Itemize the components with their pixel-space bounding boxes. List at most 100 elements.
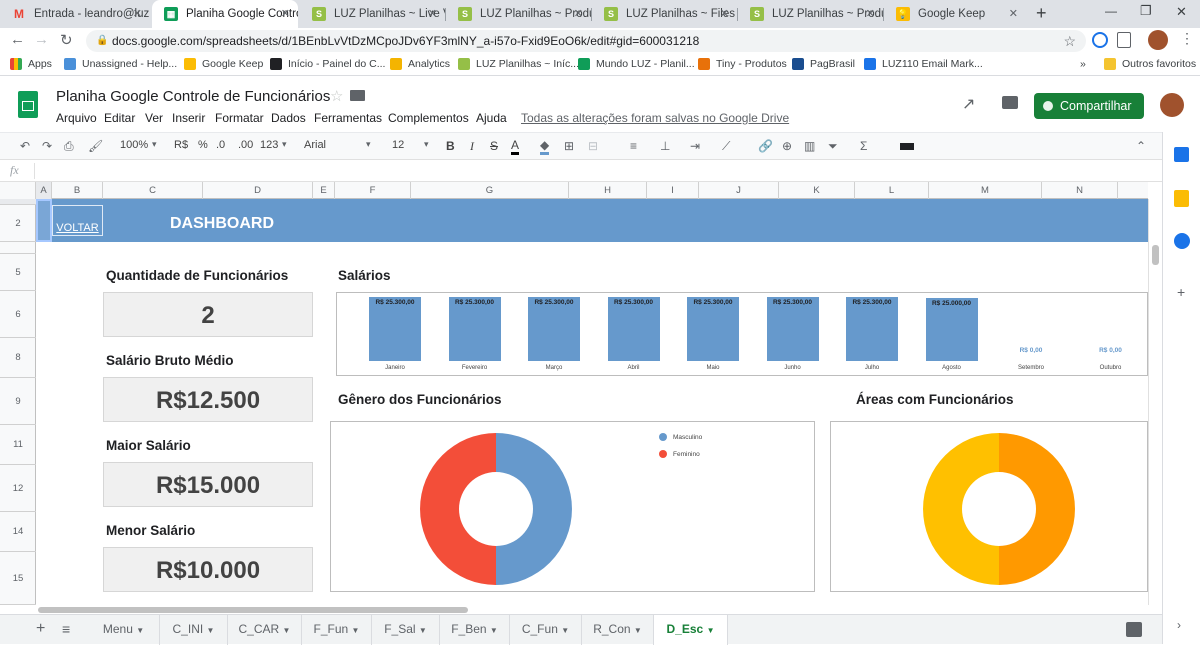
column-header[interactable]: J <box>699 182 779 199</box>
bookmark-star-icon[interactable]: ☆ <box>1063 30 1076 52</box>
comments-icon[interactable] <box>1002 96 1018 109</box>
browser-tab-keep[interactable]: 💡 Google Keep ✕ <box>884 0 1026 28</box>
extension-icon[interactable] <box>1092 32 1108 48</box>
sheet-tab-c-fun[interactable]: C_Fun ▼ <box>510 615 582 645</box>
horizontal-scroll-thumb[interactable] <box>38 607 468 613</box>
close-tab-icon[interactable]: ✕ <box>574 7 583 20</box>
bookmark-tiny[interactable]: Tiny - Produtos <box>698 58 787 70</box>
minimize-window-button[interactable]: — <box>1105 4 1117 18</box>
close-tab-icon[interactable]: ✕ <box>866 7 875 20</box>
font-select[interactable]: Arial <box>304 139 326 151</box>
sheet-tab-c-ini[interactable]: C_INI ▼ <box>160 615 228 645</box>
column-header[interactable]: G <box>411 182 569 199</box>
vertical-scrollbar[interactable] <box>1148 199 1162 605</box>
close-tab-icon[interactable]: ✕ <box>281 7 290 20</box>
print-icon[interactable]: ⎙ <box>64 139 74 154</box>
column-header[interactable]: H <box>569 182 647 199</box>
browser-tab-sheets[interactable]: ▦ Planiha Google Controle ✕ <box>152 0 298 28</box>
close-tab-icon[interactable]: ✕ <box>133 7 142 20</box>
sheet-tab-d-esc[interactable]: D_Esc ▼ <box>654 615 728 645</box>
sheets-logo-icon[interactable] <box>18 91 38 118</box>
gender-donut-chart[interactable]: Masculino Feminino <box>330 421 815 592</box>
text-color-icon[interactable]: A <box>511 139 520 155</box>
add-sheet-icon[interactable]: + <box>36 620 45 638</box>
vertical-align-icon[interactable]: ⊥ <box>660 139 670 153</box>
reader-icon[interactable] <box>1117 32 1131 48</box>
calendar-icon[interactable] <box>1174 147 1189 162</box>
italic-icon[interactable]: I <box>470 139 474 154</box>
font-size-select[interactable]: 12 <box>392 139 404 151</box>
hide-panel-icon[interactable]: › <box>1177 618 1181 632</box>
row-header[interactable]: 12 <box>0 465 36 512</box>
column-header[interactable]: N <box>1042 182 1118 199</box>
close-tab-icon[interactable]: ✕ <box>1009 7 1018 20</box>
filter-icon[interactable]: ⏷ <box>828 139 838 154</box>
save-status[interactable]: Todas as alterações foram salvas no Goog… <box>521 111 789 125</box>
new-tab-button[interactable]: + <box>1036 3 1047 24</box>
sheet-tab-menu[interactable]: Menu ▼ <box>88 615 160 645</box>
insert-comment-icon[interactable]: ⊕ <box>782 139 792 153</box>
maximize-window-button[interactable]: ❐ <box>1140 3 1152 19</box>
row-header[interactable]: 14 <box>0 512 36 552</box>
row-header[interactable]: 11 <box>0 425 36 465</box>
browser-tab-shopify-2[interactable]: S LUZ Planilhas ~ Produt ✕ <box>446 0 591 28</box>
borders-icon[interactable]: ⊞ <box>564 139 574 153</box>
sheet-tab-f-fun[interactable]: F_Fun ▼ <box>302 615 372 645</box>
insert-link-icon[interactable]: 🔗 <box>758 139 773 153</box>
reload-icon[interactable]: ↻ <box>60 31 73 49</box>
selected-cell[interactable] <box>36 199 52 242</box>
menu-dados[interactable]: Dados <box>271 111 306 125</box>
percent-format-button[interactable]: % <box>198 139 208 151</box>
column-header[interactable]: L <box>855 182 929 199</box>
horizontal-align-icon[interactable]: ≡ <box>630 139 637 153</box>
paint-format-icon[interactable]: 🖌 <box>88 139 103 153</box>
row-header[interactable]: 8 <box>0 338 36 378</box>
browser-menu-icon[interactable]: ⋮ <box>1180 30 1194 47</box>
activity-trend-icon[interactable]: ↗ <box>962 94 975 114</box>
menu-complementos[interactable]: Complementos <box>388 111 469 125</box>
merge-cells-icon[interactable]: ⊟ <box>588 139 598 153</box>
user-avatar[interactable] <box>1160 93 1184 117</box>
strikethrough-icon[interactable]: S <box>490 139 498 153</box>
browser-tab-shopify-1[interactable]: S LUZ Planilhas ~ Live Vi ✕ <box>300 0 445 28</box>
vertical-scroll-thumb[interactable] <box>1152 245 1159 265</box>
collapse-menu-icon[interactable]: ⌃ <box>1136 139 1146 153</box>
row-header[interactable]: 15 <box>0 552 36 605</box>
menu-arquivo[interactable]: Arquivo <box>56 111 97 125</box>
salaries-bar-chart[interactable]: R$ 25.300,00 Janeiro R$ 25.300,00 Fevereiro… <box>336 292 1148 376</box>
menu-formatar[interactable]: Formatar <box>215 111 264 125</box>
other-favorites[interactable]: Outros favoritos <box>1104 58 1196 70</box>
sheet-tab-f-ben[interactable]: F_Ben ▼ <box>440 615 510 645</box>
increase-decimal-button[interactable]: .00 <box>238 139 253 151</box>
column-header[interactable]: B <box>52 182 103 199</box>
column-header[interactable]: C <box>103 182 203 199</box>
row-header-hidden[interactable] <box>0 242 36 254</box>
select-all-corner[interactable] <box>0 182 36 199</box>
all-sheets-icon[interactable]: ≡ <box>62 621 70 637</box>
areas-donut-chart[interactable] <box>830 421 1148 592</box>
menu-ajuda[interactable]: Ajuda <box>476 111 507 125</box>
forward-arrow-icon[interactable]: → <box>34 31 49 48</box>
row-header[interactable]: 9 <box>0 378 36 425</box>
column-header[interactable]: M <box>929 182 1042 199</box>
row-header[interactable]: 6 <box>0 291 36 338</box>
add-addon-icon[interactable]: + <box>1177 284 1185 300</box>
fill-color-icon[interactable]: ◆ <box>540 139 550 155</box>
bookmark-unassigned[interactable]: Unassigned - Help... <box>64 58 177 70</box>
doc-title[interactable]: Planiha Google Controle de Funcionários <box>56 88 330 105</box>
more-bookmarks-button[interactable]: » <box>1080 58 1086 70</box>
tasks-icon[interactable] <box>1174 233 1190 249</box>
star-icon[interactable]: ☆ <box>330 87 343 105</box>
currency-format-button[interactable]: R$ <box>174 139 188 151</box>
insert-chart-icon[interactable]: ▥ <box>804 139 815 153</box>
url-input[interactable]: 🔒 docs.google.com/spreadsheets/d/1BEnbLv… <box>86 30 1086 52</box>
formula-bar[interactable]: fx <box>0 160 1162 182</box>
column-header[interactable]: D <box>203 182 313 199</box>
menu-editar[interactable]: Editar <box>104 111 135 125</box>
sheet-tab-r-con[interactable]: R_Con ▼ <box>582 615 654 645</box>
sheet-tab-c-car[interactable]: C_CAR ▼ <box>228 615 302 645</box>
explore-icon[interactable] <box>1126 622 1142 637</box>
back-link[interactable]: VOLTAR <box>52 205 103 236</box>
bookmark-mundo-luz[interactable]: Mundo LUZ - Planil... <box>578 58 695 70</box>
row-header[interactable]: 2 <box>0 205 36 242</box>
